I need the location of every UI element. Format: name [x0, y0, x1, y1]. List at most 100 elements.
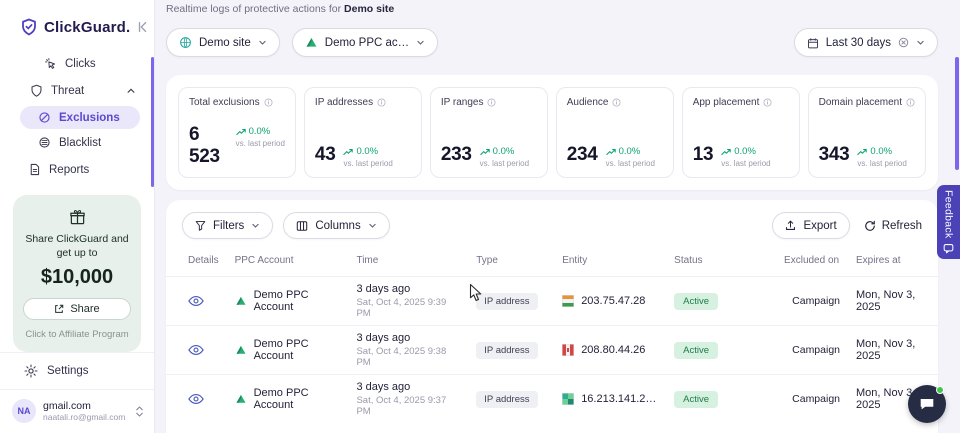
sidebar-item-reports[interactable]: Reports: [0, 156, 154, 183]
stat-value: 6 523: [189, 124, 228, 168]
sidebar-item-clicks[interactable]: Clicks: [0, 50, 154, 77]
subtitle-text: Realtime logs of protective actions for: [166, 3, 341, 15]
type-tag: IP address: [476, 342, 537, 359]
affiliate-promo-card: Share ClickGuard and get up to $10,000 S…: [13, 195, 141, 352]
ads-account-icon: [235, 295, 247, 307]
stats-panel: Total exclusions 6 523 0.0% vs. last per…: [166, 75, 938, 190]
shield-icon: [30, 84, 43, 97]
app-logo-text: ClickGuard.: [44, 19, 130, 36]
affiliate-link[interactable]: Click to Affiliate Program: [23, 329, 131, 340]
sidebar-item-threat[interactable]: Threat: [0, 77, 154, 104]
stat-card-ip-ranges: IP ranges 233 0.0% vs. last period: [430, 87, 548, 178]
col-header-ppc-account[interactable]: PPC Account: [227, 249, 349, 277]
trending-up-icon: [606, 148, 616, 156]
expires-at-value: Mon, Nov 3, 2025: [848, 277, 938, 326]
chat-launcher-button[interactable]: [908, 385, 946, 423]
chat-bubble-icon: [918, 395, 936, 413]
stat-period: vs. last period: [721, 159, 770, 168]
sidebar-item-label: Exclusions: [59, 112, 120, 124]
stat-period: vs. last period: [343, 159, 392, 168]
time-relative: 3 days ago: [356, 381, 460, 393]
export-button[interactable]: Export: [772, 212, 849, 239]
stat-period: vs. last period: [857, 159, 906, 168]
filters-button[interactable]: Filters: [182, 212, 273, 239]
report-document-icon: [28, 163, 41, 176]
stat-value: 13: [693, 144, 714, 166]
stat-card-app-placement: App placement 13 0.0% vs. last period: [682, 87, 800, 178]
info-icon[interactable]: [763, 98, 772, 107]
refresh-button[interactable]: Refresh: [864, 220, 922, 232]
col-header-excluded-on[interactable]: Excluded on: [776, 249, 848, 277]
table-row[interactable]: Demo PPC Account 3 days ago Sat, Oct 4, …: [166, 326, 938, 375]
logs-panel: Filters Columns: [166, 200, 938, 433]
info-icon[interactable]: [906, 98, 915, 107]
share-button-label: Share: [70, 303, 99, 315]
page-subtitle: Realtime logs of protective actions for …: [166, 3, 394, 15]
sidebar-item-label: Threat: [51, 85, 84, 97]
geo-flag-icon: [562, 344, 574, 356]
refresh-icon: [864, 220, 876, 232]
geo-flag-icon: [562, 295, 574, 307]
stat-delta-value: 0.0%: [249, 126, 271, 137]
funnel-icon: [195, 220, 206, 231]
promo-amount: $10,000: [23, 266, 131, 289]
columns-button[interactable]: Columns: [283, 212, 389, 239]
sidebar-collapse-icon[interactable]: [136, 20, 150, 34]
stat-value: 343: [819, 144, 850, 166]
clear-date-icon[interactable]: [898, 37, 909, 48]
online-status-dot: [936, 386, 944, 394]
col-header-status[interactable]: Status: [666, 249, 776, 277]
stat-card-total-exclusions: Total exclusions 6 523 0.0% vs. last per…: [178, 87, 296, 178]
info-icon[interactable]: [487, 98, 496, 107]
sidebar-item-exclusions[interactable]: Exclusions: [20, 106, 140, 129]
columns-icon: [296, 220, 308, 232]
chevron-up-down-icon: [135, 405, 144, 418]
col-header-entity[interactable]: Entity: [554, 249, 666, 277]
gear-icon: [24, 364, 38, 378]
site-filter-dropdown[interactable]: Demo site: [166, 28, 280, 57]
table-toolbar: Filters Columns: [166, 200, 938, 249]
view-details-eye-icon[interactable]: [188, 344, 204, 356]
filters-button-label: Filters: [213, 220, 244, 232]
view-details-eye-icon[interactable]: [188, 393, 204, 405]
share-button[interactable]: Share: [23, 298, 131, 320]
user-meta: gmail.com naatali.ro@gmail.com: [43, 400, 128, 422]
site-filter-value: Demo site: [199, 37, 251, 49]
info-icon[interactable]: [377, 98, 386, 107]
stat-card-domain-placement: Domain placement 343 0.0% vs. last perio…: [808, 87, 926, 178]
sidebar-item-label: Reports: [49, 164, 89, 176]
stat-card-ip-addresses: IP addresses 43 0.0% vs. last period: [304, 87, 422, 178]
col-header-expires-at[interactable]: Expires at: [848, 249, 938, 277]
col-header-time[interactable]: Time: [348, 249, 468, 277]
table-row[interactable]: Demo PPC Account 3 days ago Sat, Oct 4, …: [166, 375, 938, 424]
sidebar-item-settings[interactable]: Settings: [0, 352, 154, 389]
chevron-down-icon: [251, 221, 260, 230]
sidebar-item-blacklist[interactable]: Blacklist: [20, 131, 140, 154]
stat-label: Audience: [567, 97, 609, 108]
ppc-account-filter-value: Demo PPC ac…: [325, 37, 409, 49]
view-details-eye-icon[interactable]: [188, 295, 204, 307]
entity-value: 208.80.44.26: [581, 344, 645, 356]
feedback-tab[interactable]: Feedback: [937, 185, 960, 259]
app-window: ClickGuard. Clicks Threat: [0, 0, 960, 433]
user-account-menu[interactable]: NA gmail.com naatali.ro@gmail.com: [0, 389, 154, 433]
page-scrollbar[interactable]: [955, 57, 959, 170]
date-range-dropdown[interactable]: Last 30 days: [794, 28, 938, 57]
col-header-type[interactable]: Type: [468, 249, 554, 277]
stat-period: vs. last period: [480, 159, 529, 168]
feedback-chat-icon: [943, 243, 954, 254]
info-icon[interactable]: [612, 98, 621, 107]
stat-card-audience: Audience 234 0.0% vs. last period: [556, 87, 674, 178]
clicks-icon: [44, 57, 57, 70]
col-header-details[interactable]: Details: [166, 249, 227, 277]
info-icon[interactable]: [264, 98, 273, 107]
subtitle-site-name: Demo site: [344, 3, 394, 15]
table-row[interactable]: Demo PPC Account 3 days ago Sat, Oct 4, …: [166, 277, 938, 326]
stat-delta-value: 0.0%: [493, 146, 515, 157]
trending-up-icon: [236, 128, 246, 136]
stat-label: App placement: [693, 97, 760, 108]
sidebar-scrollbar[interactable]: [151, 57, 154, 187]
stat-value: 43: [315, 144, 336, 166]
trending-up-icon: [721, 148, 731, 156]
ppc-account-filter-dropdown[interactable]: Demo PPC ac…: [292, 28, 438, 57]
